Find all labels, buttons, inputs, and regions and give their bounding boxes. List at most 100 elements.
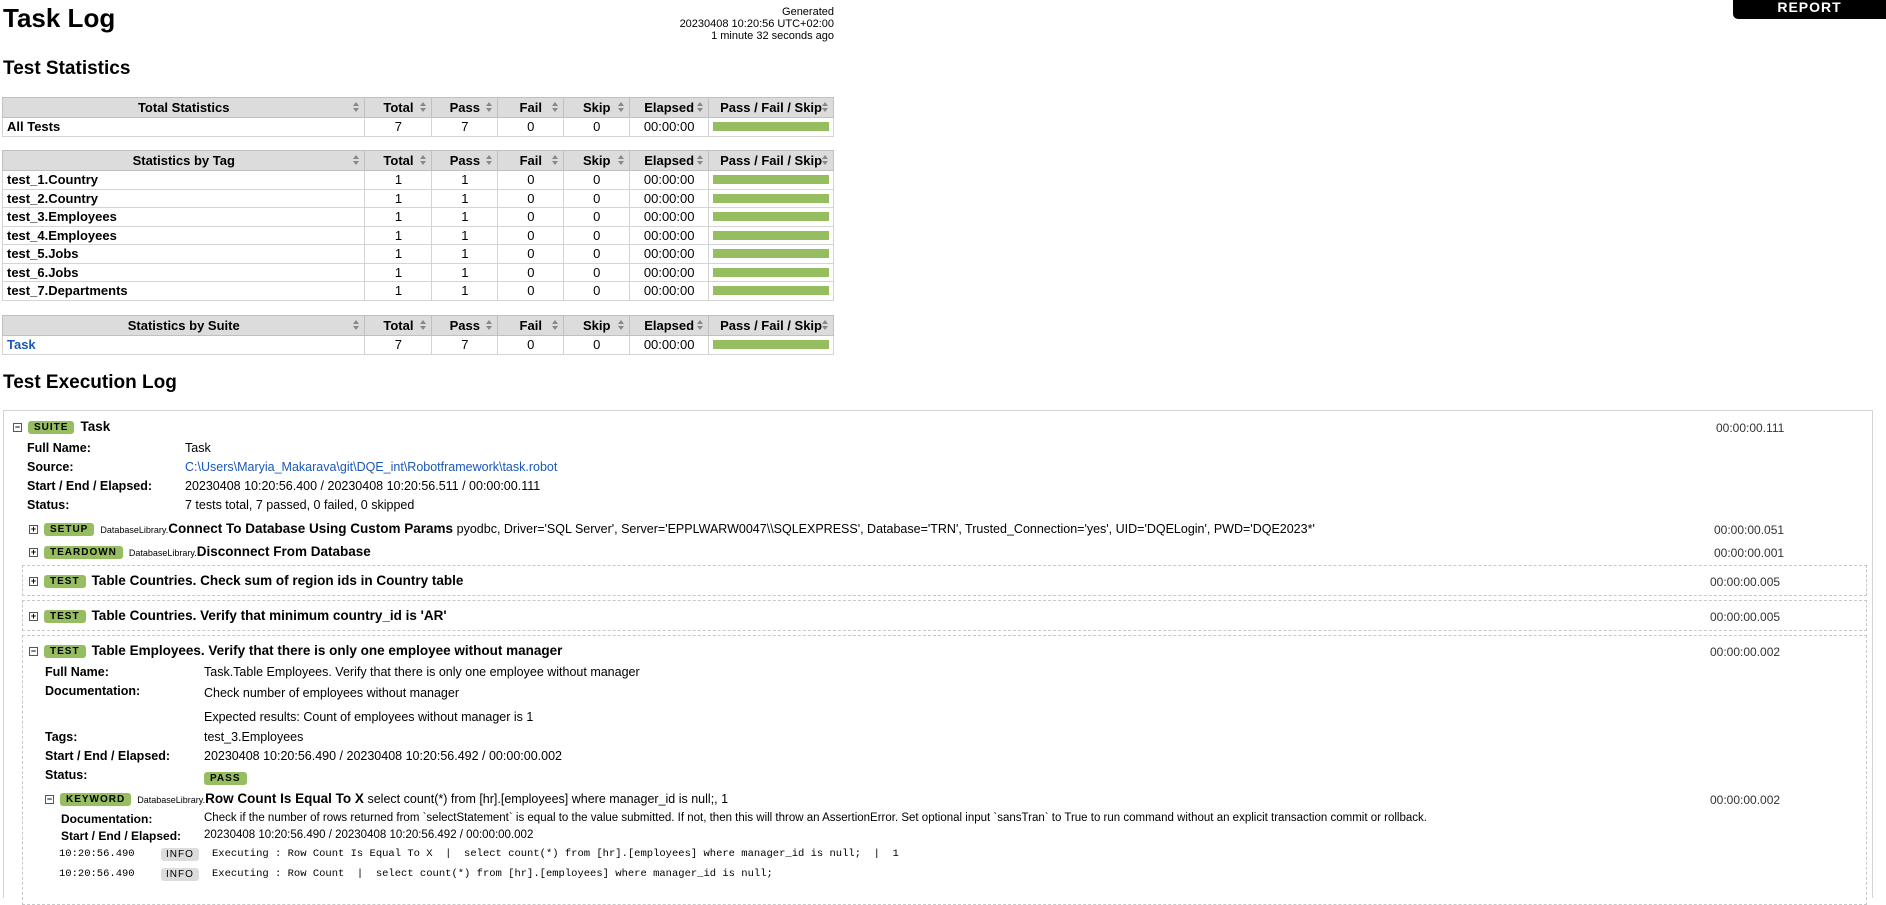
test-status-label: Status: [45, 768, 88, 782]
stat-row: All Tests 7 7 0 0 00:00:00 [1, 117, 834, 137]
sort-icon[interactable] [822, 155, 829, 165]
test-full-name: Task.Table Employees. Verify that there … [204, 665, 640, 679]
sort-icon[interactable] [353, 320, 360, 330]
suite-link[interactable]: Task [7, 337, 36, 352]
test-row[interactable]: − TEST Table Employees. Verify that there … [29, 643, 562, 659]
expand-icon[interactable]: + [29, 612, 38, 622]
column-header[interactable]: Pass / Fail / Skip [708, 315, 834, 336]
stat-name: test_2.Country [1, 188, 366, 208]
column-header[interactable]: Skip [563, 150, 631, 171]
column-header[interactable]: Skip [563, 315, 631, 336]
stat-pass: 1 [431, 207, 499, 227]
column-header[interactable]: Elapsed [629, 315, 710, 336]
column-header[interactable]: Pass [431, 315, 499, 336]
generated-label: Generated [782, 6, 834, 18]
suite-name: Task [80, 419, 111, 434]
sort-icon[interactable] [353, 155, 360, 165]
column-header[interactable]: Total Statistics [1, 97, 366, 118]
test-badge: TEST [44, 645, 86, 659]
sort-icon[interactable] [618, 320, 625, 330]
suite-header[interactable]: − SUITE Task [13, 419, 111, 435]
stat-pass: 1 [431, 281, 499, 301]
sort-icon[interactable] [618, 155, 625, 165]
collapse-icon[interactable]: − [45, 795, 54, 805]
collapse-icon[interactable]: − [13, 423, 22, 433]
sort-icon[interactable] [486, 320, 493, 330]
column-header[interactable]: Fail [497, 315, 565, 336]
sort-icon[interactable] [420, 320, 427, 330]
stat-fail: 0 [497, 207, 565, 227]
setup-row[interactable]: + SETUP DatabaseLibrary.Connect To Databas… [29, 521, 1315, 537]
stat-elapsed: 00:00:00 [629, 281, 710, 301]
test-name: Table Countries. Check sum of region ids… [91, 573, 464, 588]
suite-elapsed: 00:00:00.111 [1716, 421, 1785, 435]
keyword-args: select count(*) from [hr].[employees] wh… [367, 792, 729, 806]
stat-pass: 1 [431, 188, 499, 208]
test-times-label: Start / End / Elapsed: [45, 749, 171, 763]
expand-icon[interactable]: + [29, 548, 38, 558]
column-header[interactable]: Statistics by Tag [1, 150, 366, 171]
stat-total: 1 [364, 281, 433, 301]
sort-icon[interactable] [618, 102, 625, 112]
stat-graph [708, 225, 834, 245]
column-header[interactable]: Pass / Fail / Skip [708, 150, 834, 171]
test-row[interactable]: + TEST Table Countries. Verify that minimu… [29, 608, 447, 624]
stat-pass: 1 [431, 244, 499, 264]
stat-graph [708, 335, 834, 355]
column-header[interactable]: Fail [497, 97, 565, 118]
stat-name: test_5.Jobs [1, 244, 366, 264]
sort-icon[interactable] [822, 102, 829, 112]
column-header[interactable]: Pass [431, 150, 499, 171]
stat-fail: 0 [497, 188, 565, 208]
column-header[interactable]: Total [364, 97, 433, 118]
expand-icon[interactable]: + [29, 525, 38, 535]
sort-icon[interactable] [552, 102, 559, 112]
keyword-doc: Check if the number of rows returned fro… [204, 812, 1427, 824]
sort-icon[interactable] [822, 320, 829, 330]
teardown-elapsed: 00:00:00.001 [1714, 546, 1785, 560]
suite-source-label: Source: [27, 460, 74, 474]
expand-icon[interactable]: + [29, 577, 38, 587]
keyword-row[interactable]: − KEYWORD DatabaseLibrary.Row Count Is Equ… [45, 791, 729, 807]
column-header[interactable]: Fail [497, 150, 565, 171]
stat-graph [708, 188, 834, 208]
column-header[interactable]: Pass [431, 97, 499, 118]
sort-icon[interactable] [420, 155, 427, 165]
stat-graph [708, 262, 834, 282]
column-header[interactable]: Total [364, 150, 433, 171]
sort-icon[interactable] [353, 102, 360, 112]
stat-name: test_6.Jobs [1, 262, 366, 282]
sort-icon[interactable] [552, 155, 559, 165]
report-button[interactable]: REPORT [1733, 0, 1886, 19]
teardown-row[interactable]: + TEARDOWN DatabaseLibrary.Disconnect From… [29, 544, 371, 560]
column-header[interactable]: Elapsed [629, 97, 710, 118]
sort-icon[interactable] [420, 102, 427, 112]
stat-fail: 0 [497, 335, 565, 355]
generated-ago: 1 minute 32 seconds ago [711, 30, 834, 42]
keyword-elapsed: 00:00:00.002 [1710, 793, 1781, 807]
pass-bar [713, 230, 829, 240]
keyword-times: 20230408 10:20:56.490 / 20230408 10:20:5… [204, 829, 534, 841]
setup-elapsed: 00:00:00.051 [1714, 523, 1785, 537]
collapse-icon[interactable]: − [29, 647, 38, 657]
pass-bar [713, 249, 829, 259]
column-header[interactable]: Statistics by Suite [1, 315, 366, 336]
suite-source-link[interactable]: C:\Users\Maryia_Makarava\git\DQE_int\Rob… [185, 460, 557, 474]
sort-icon[interactable] [697, 155, 704, 165]
stat-name: All Tests [1, 117, 366, 137]
keyword-library: DatabaseLibrary. [137, 795, 206, 805]
suite-full-name: Task [185, 441, 211, 455]
column-header[interactable]: Total [364, 315, 433, 336]
test-row[interactable]: + TEST Table Countries. Check sum of regio… [29, 573, 464, 589]
column-header[interactable]: Elapsed [629, 150, 710, 171]
sort-icon[interactable] [486, 155, 493, 165]
sort-icon[interactable] [486, 102, 493, 112]
column-header[interactable]: Pass / Fail / Skip [708, 97, 834, 118]
stat-skip: 0 [563, 225, 631, 245]
test-elapsed: 00:00:00.002 [1710, 645, 1781, 659]
sort-icon[interactable] [552, 320, 559, 330]
sort-icon[interactable] [697, 320, 704, 330]
stat-total: 1 [364, 188, 433, 208]
column-header[interactable]: Skip [563, 97, 631, 118]
sort-icon[interactable] [697, 102, 704, 112]
